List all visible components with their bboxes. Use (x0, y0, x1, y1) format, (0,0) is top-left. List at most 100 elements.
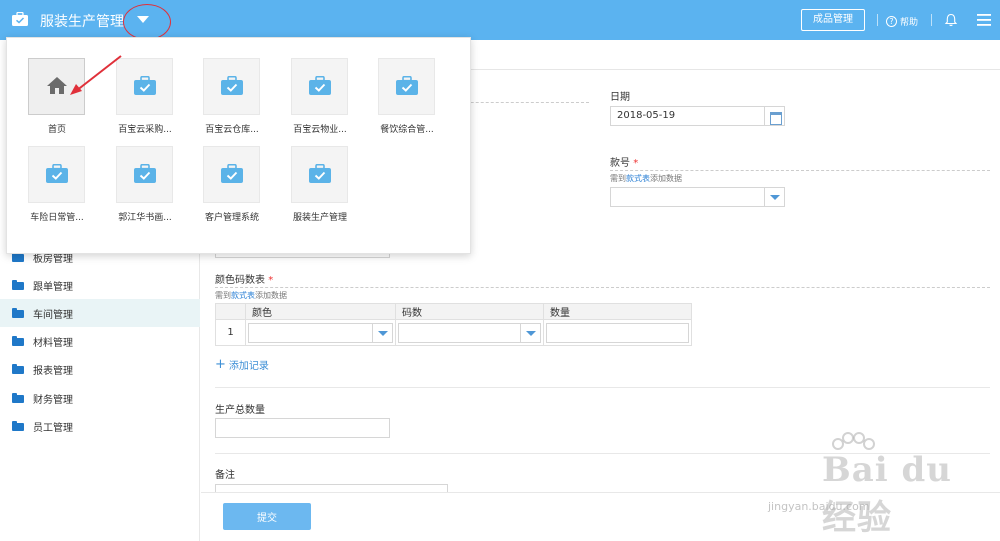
sidebar-item-label: 车间管理 (33, 309, 73, 321)
date-field[interactable]: 2018-05-19 (610, 106, 785, 126)
chevron-down-icon[interactable] (764, 188, 784, 206)
briefcase-icon (396, 76, 418, 95)
app-icon-box (116, 146, 173, 203)
style-no-hint: 需到款式表添加数据 (610, 174, 682, 183)
app-tile-home[interactable]: 首页 (7, 58, 87, 138)
app-label: 百宝云采购... (118, 125, 172, 135)
sidebar-item-staff[interactable]: 员工管理 (0, 412, 200, 440)
app-icon-box (291, 58, 348, 115)
briefcase-icon (46, 164, 68, 183)
app-tile[interactable]: 郭江华书画... (95, 146, 175, 226)
briefcase-icon (309, 164, 331, 183)
app-switcher-panel: 首页 百宝云采购... 百宝云仓库... 百宝云物业... 餐饮综合管... 车… (6, 37, 471, 254)
divider (215, 387, 990, 388)
app-label: 餐饮综合管... (380, 125, 434, 135)
briefcase-icon (12, 12, 28, 26)
briefcase-icon (221, 164, 243, 183)
help-link[interactable]: ? 帮助 (886, 14, 918, 28)
sidebar-item-reports[interactable]: 报表管理 (0, 355, 200, 383)
sidebar-item-finance[interactable]: 财务管理 (0, 384, 200, 412)
qty-input[interactable] (546, 322, 689, 343)
briefcase-icon (134, 164, 156, 183)
sidebar-item-label: 跟单管理 (33, 281, 73, 293)
app-tile[interactable]: 百宝云仓库... (182, 58, 262, 138)
hamburger-menu-icon[interactable] (977, 14, 991, 26)
divider (215, 287, 990, 288)
submit-bar: 提交 (201, 492, 1000, 541)
sidebar-item-label: 员工管理 (33, 422, 73, 434)
folder-icon (12, 393, 24, 403)
table-header-size: 码数 (395, 303, 544, 320)
app-tile[interactable]: 车险日常管... (7, 146, 87, 226)
date-label: 日期 (610, 92, 630, 103)
color-size-table-label: 颜色码数表 * (215, 275, 274, 286)
size-cell (395, 319, 544, 346)
table-header-color: 颜色 (245, 303, 396, 320)
app-label: 百宝云仓库... (205, 125, 259, 135)
sidebar-item-label: 财务管理 (33, 394, 73, 406)
total-qty-label: 生产总数量 (215, 405, 265, 416)
sidebar-item-materials[interactable]: 材料管理 (0, 327, 200, 355)
help-icon: ? (886, 15, 897, 27)
submit-button[interactable]: 提交 (223, 503, 311, 530)
row-index: 1 (215, 319, 246, 346)
table-header-index (215, 303, 246, 320)
style-table-link[interactable]: 款式表 (231, 291, 255, 300)
color-size-hint: 需到款式表添加数据 (215, 291, 287, 300)
app-label: 百宝云物业... (293, 125, 347, 135)
style-table-link[interactable]: 款式表 (626, 174, 650, 183)
briefcase-icon (309, 76, 331, 95)
app-label: 服装生产管理 (292, 213, 347, 223)
divider (610, 170, 990, 171)
sidebar-item-label: 材料管理 (33, 337, 73, 349)
app-tile[interactable]: 客户管理系统 (182, 146, 262, 226)
sidebar-item-label: 报表管理 (33, 365, 73, 377)
date-value: 2018-05-19 (617, 110, 676, 121)
sidebar-item-order-tracking[interactable]: 跟单管理 (0, 271, 200, 299)
divider (931, 14, 932, 26)
briefcase-icon (134, 76, 156, 95)
app-label: 客户管理系统 (204, 213, 259, 223)
app-tile[interactable]: 服装生产管理 (270, 146, 350, 226)
color-select[interactable] (248, 322, 393, 343)
sidebar-item-workshop[interactable]: 车间管理 (0, 299, 200, 327)
briefcase-icon (221, 76, 243, 95)
annotation-circle (123, 4, 171, 40)
color-cell (245, 319, 396, 346)
bell-icon[interactable] (944, 13, 958, 27)
app-label: 郭江华书画... (118, 213, 172, 223)
app-icon-box (203, 58, 260, 115)
app-tile[interactable]: 百宝云物业... (270, 58, 350, 138)
chevron-down-icon[interactable] (520, 323, 540, 342)
help-label: 帮助 (900, 17, 919, 28)
folder-icon (12, 280, 24, 290)
qty-cell (543, 319, 692, 346)
plus-icon: + (215, 356, 226, 372)
home-icon (47, 77, 67, 94)
chevron-down-icon[interactable] (372, 323, 392, 342)
size-select[interactable] (398, 322, 541, 343)
add-record-button[interactable]: + 添加记录 (215, 356, 269, 373)
app-title[interactable]: 服装生产管理 (40, 11, 124, 31)
calendar-icon[interactable] (764, 107, 784, 125)
app-icon-box (203, 146, 260, 203)
app-icon-box (291, 146, 348, 203)
add-record-label: 添加记录 (228, 361, 269, 372)
folder-icon (12, 364, 24, 374)
app-icon-box (28, 146, 85, 203)
style-no-select[interactable] (610, 187, 785, 207)
app-icon-box (378, 58, 435, 115)
total-qty-input[interactable] (215, 418, 390, 438)
app-icon-box (28, 58, 85, 115)
style-no-label: 款号 * (610, 158, 639, 169)
products-button[interactable]: 成品管理 (801, 9, 865, 31)
table-row: 1 (215, 319, 692, 346)
app-icon-box (116, 58, 173, 115)
divider (877, 14, 878, 26)
app-label: 首页 (47, 125, 66, 135)
folder-icon (12, 336, 24, 346)
app-tile[interactable]: 百宝云采购... (95, 58, 175, 138)
color-size-table: 颜色 码数 数量 1 (215, 303, 692, 346)
app-tile[interactable]: 餐饮综合管... (357, 58, 437, 138)
table-header-qty: 数量 (543, 303, 692, 320)
